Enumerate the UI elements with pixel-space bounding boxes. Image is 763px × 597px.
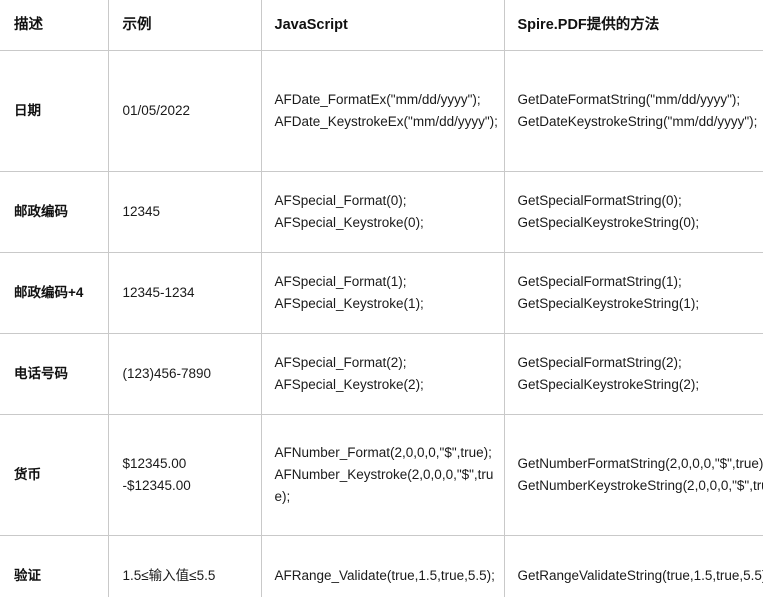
cell-javascript-text: AFRange_Validate(true,1.5,true,5.5); — [274, 568, 495, 584]
cell-description: 电话号码 — [0, 333, 109, 415]
cell-javascript: AFSpecial_Format(1); AFSpecial_Keystroke… — [261, 252, 505, 334]
cell-description-text: 邮政编码+4 — [14, 285, 84, 301]
cell-javascript-text: AFSpecial_Format(0); AFSpecial_Keystroke… — [274, 193, 424, 230]
table-header-row: 描述 示例 JavaScript Spire.PDF提供的方法 — [0, 0, 763, 51]
cell-description: 验证 — [0, 535, 109, 597]
cell-spire-method: GetSpecialFormatString(1); GetSpecialKey… — [504, 252, 763, 334]
cell-spire-method-text: GetSpecialFormatString(1); GetSpecialKey… — [517, 274, 700, 311]
cell-javascript-text: AFSpecial_Format(2); AFSpecial_Keystroke… — [274, 355, 424, 392]
cell-spire-method: GetNumberFormatString(2,0,0,0,"$",true);… — [504, 414, 763, 536]
column-header-description: 描述 — [0, 0, 109, 51]
cell-description: 日期 — [0, 50, 109, 172]
cell-description-text: 日期 — [14, 103, 41, 119]
cell-example-text: (123)456-7890 — [122, 366, 212, 382]
cell-javascript: AFNumber_Format(2,0,0,0,"$",true); AFNum… — [261, 414, 505, 536]
cell-example: (123)456-7890 — [108, 333, 262, 415]
cell-description: 货币 — [0, 414, 109, 536]
cell-spire-method-text: GetSpecialFormatString(2); GetSpecialKey… — [517, 355, 700, 392]
cell-spire-method: GetRangeValidateString(true,1.5,true,5.5… — [504, 535, 763, 597]
cell-description: 邮政编码+4 — [0, 252, 109, 334]
table-body: 日期 01/05/2022 AFDate_FormatEx("mm/dd/yyy… — [0, 50, 763, 597]
table-row: 电话号码 (123)456-7890 AFSpecial_Format(2); … — [0, 333, 763, 415]
cell-description: 邮政编码 — [0, 171, 109, 253]
table-row: 邮政编码+4 12345-1234 AFSpecial_Format(1); A… — [0, 252, 763, 334]
table-header: 描述 示例 JavaScript Spire.PDF提供的方法 — [0, 0, 763, 51]
cell-spire-method-text: GetDateFormatString("mm/dd/yyyy"); GetDa… — [517, 92, 758, 129]
cell-spire-method: GetSpecialFormatString(0); GetSpecialKey… — [504, 171, 763, 253]
cell-spire-method: GetSpecialFormatString(2); GetSpecialKey… — [504, 333, 763, 415]
table-row: 邮政编码 12345 AFSpecial_Format(0); AFSpecia… — [0, 171, 763, 253]
table-row: 日期 01/05/2022 AFDate_FormatEx("mm/dd/yyy… — [0, 50, 763, 172]
pdf-format-reference-table: 描述 示例 JavaScript Spire.PDF提供的方法 日期 01/05… — [0, 0, 763, 597]
cell-example-text: 12345-1234 — [122, 285, 195, 301]
cell-javascript-text: AFNumber_Format(2,0,0,0,"$",true); AFNum… — [274, 445, 494, 504]
cell-description-text: 货币 — [14, 467, 41, 483]
cell-example: 01/05/2022 — [108, 50, 262, 172]
cell-javascript-text: AFDate_FormatEx("mm/dd/yyyy"); AFDate_Ke… — [274, 92, 498, 129]
cell-spire-method-text: GetNumberFormatString(2,0,0,0,"$",true);… — [517, 456, 763, 493]
table-container: 描述 示例 JavaScript Spire.PDF提供的方法 日期 01/05… — [0, 0, 763, 597]
column-header-spire-method-label: Spire.PDF提供的方法 — [517, 16, 660, 33]
cell-spire-method: GetDateFormatString("mm/dd/yyyy"); GetDa… — [504, 50, 763, 172]
cell-example-text: 1.5≤输入值≤5.5 — [122, 568, 216, 584]
cell-spire-method-text: GetSpecialFormatString(0); GetSpecialKey… — [517, 193, 700, 230]
cell-example: 12345-1234 — [108, 252, 262, 334]
column-header-description-label: 描述 — [14, 16, 43, 33]
cell-example-text: 01/05/2022 — [122, 103, 191, 119]
cell-description-text: 邮政编码 — [14, 204, 68, 220]
cell-example: $12345.00 -$12345.00 — [108, 414, 262, 536]
cell-javascript-text: AFSpecial_Format(1); AFSpecial_Keystroke… — [274, 274, 424, 311]
column-header-example-label: 示例 — [122, 16, 152, 33]
table-row: 验证 1.5≤输入值≤5.5 AFRange_Validate(true,1.5… — [0, 535, 763, 597]
column-header-spire-method: Spire.PDF提供的方法 — [504, 0, 763, 51]
column-header-example: 示例 — [108, 0, 262, 51]
cell-javascript: AFSpecial_Format(2); AFSpecial_Keystroke… — [261, 333, 505, 415]
table-row: 货币 $12345.00 -$12345.00 AFNumber_Format(… — [0, 414, 763, 536]
cell-example-text: $12345.00 -$12345.00 — [122, 456, 191, 493]
column-header-javascript: JavaScript — [261, 0, 505, 51]
column-header-javascript-label: JavaScript — [274, 16, 348, 33]
cell-javascript: AFRange_Validate(true,1.5,true,5.5); — [261, 535, 505, 597]
cell-javascript: AFSpecial_Format(0); AFSpecial_Keystroke… — [261, 171, 505, 253]
cell-example: 12345 — [108, 171, 262, 253]
cell-description-text: 电话号码 — [14, 366, 68, 382]
cell-example: 1.5≤输入值≤5.5 — [108, 535, 262, 597]
cell-javascript: AFDate_FormatEx("mm/dd/yyyy"); AFDate_Ke… — [261, 50, 505, 172]
cell-spire-method-text: GetRangeValidateString(true,1.5,true,5.5… — [517, 568, 763, 584]
cell-description-text: 验证 — [14, 568, 41, 584]
cell-example-text: 12345 — [122, 204, 161, 220]
